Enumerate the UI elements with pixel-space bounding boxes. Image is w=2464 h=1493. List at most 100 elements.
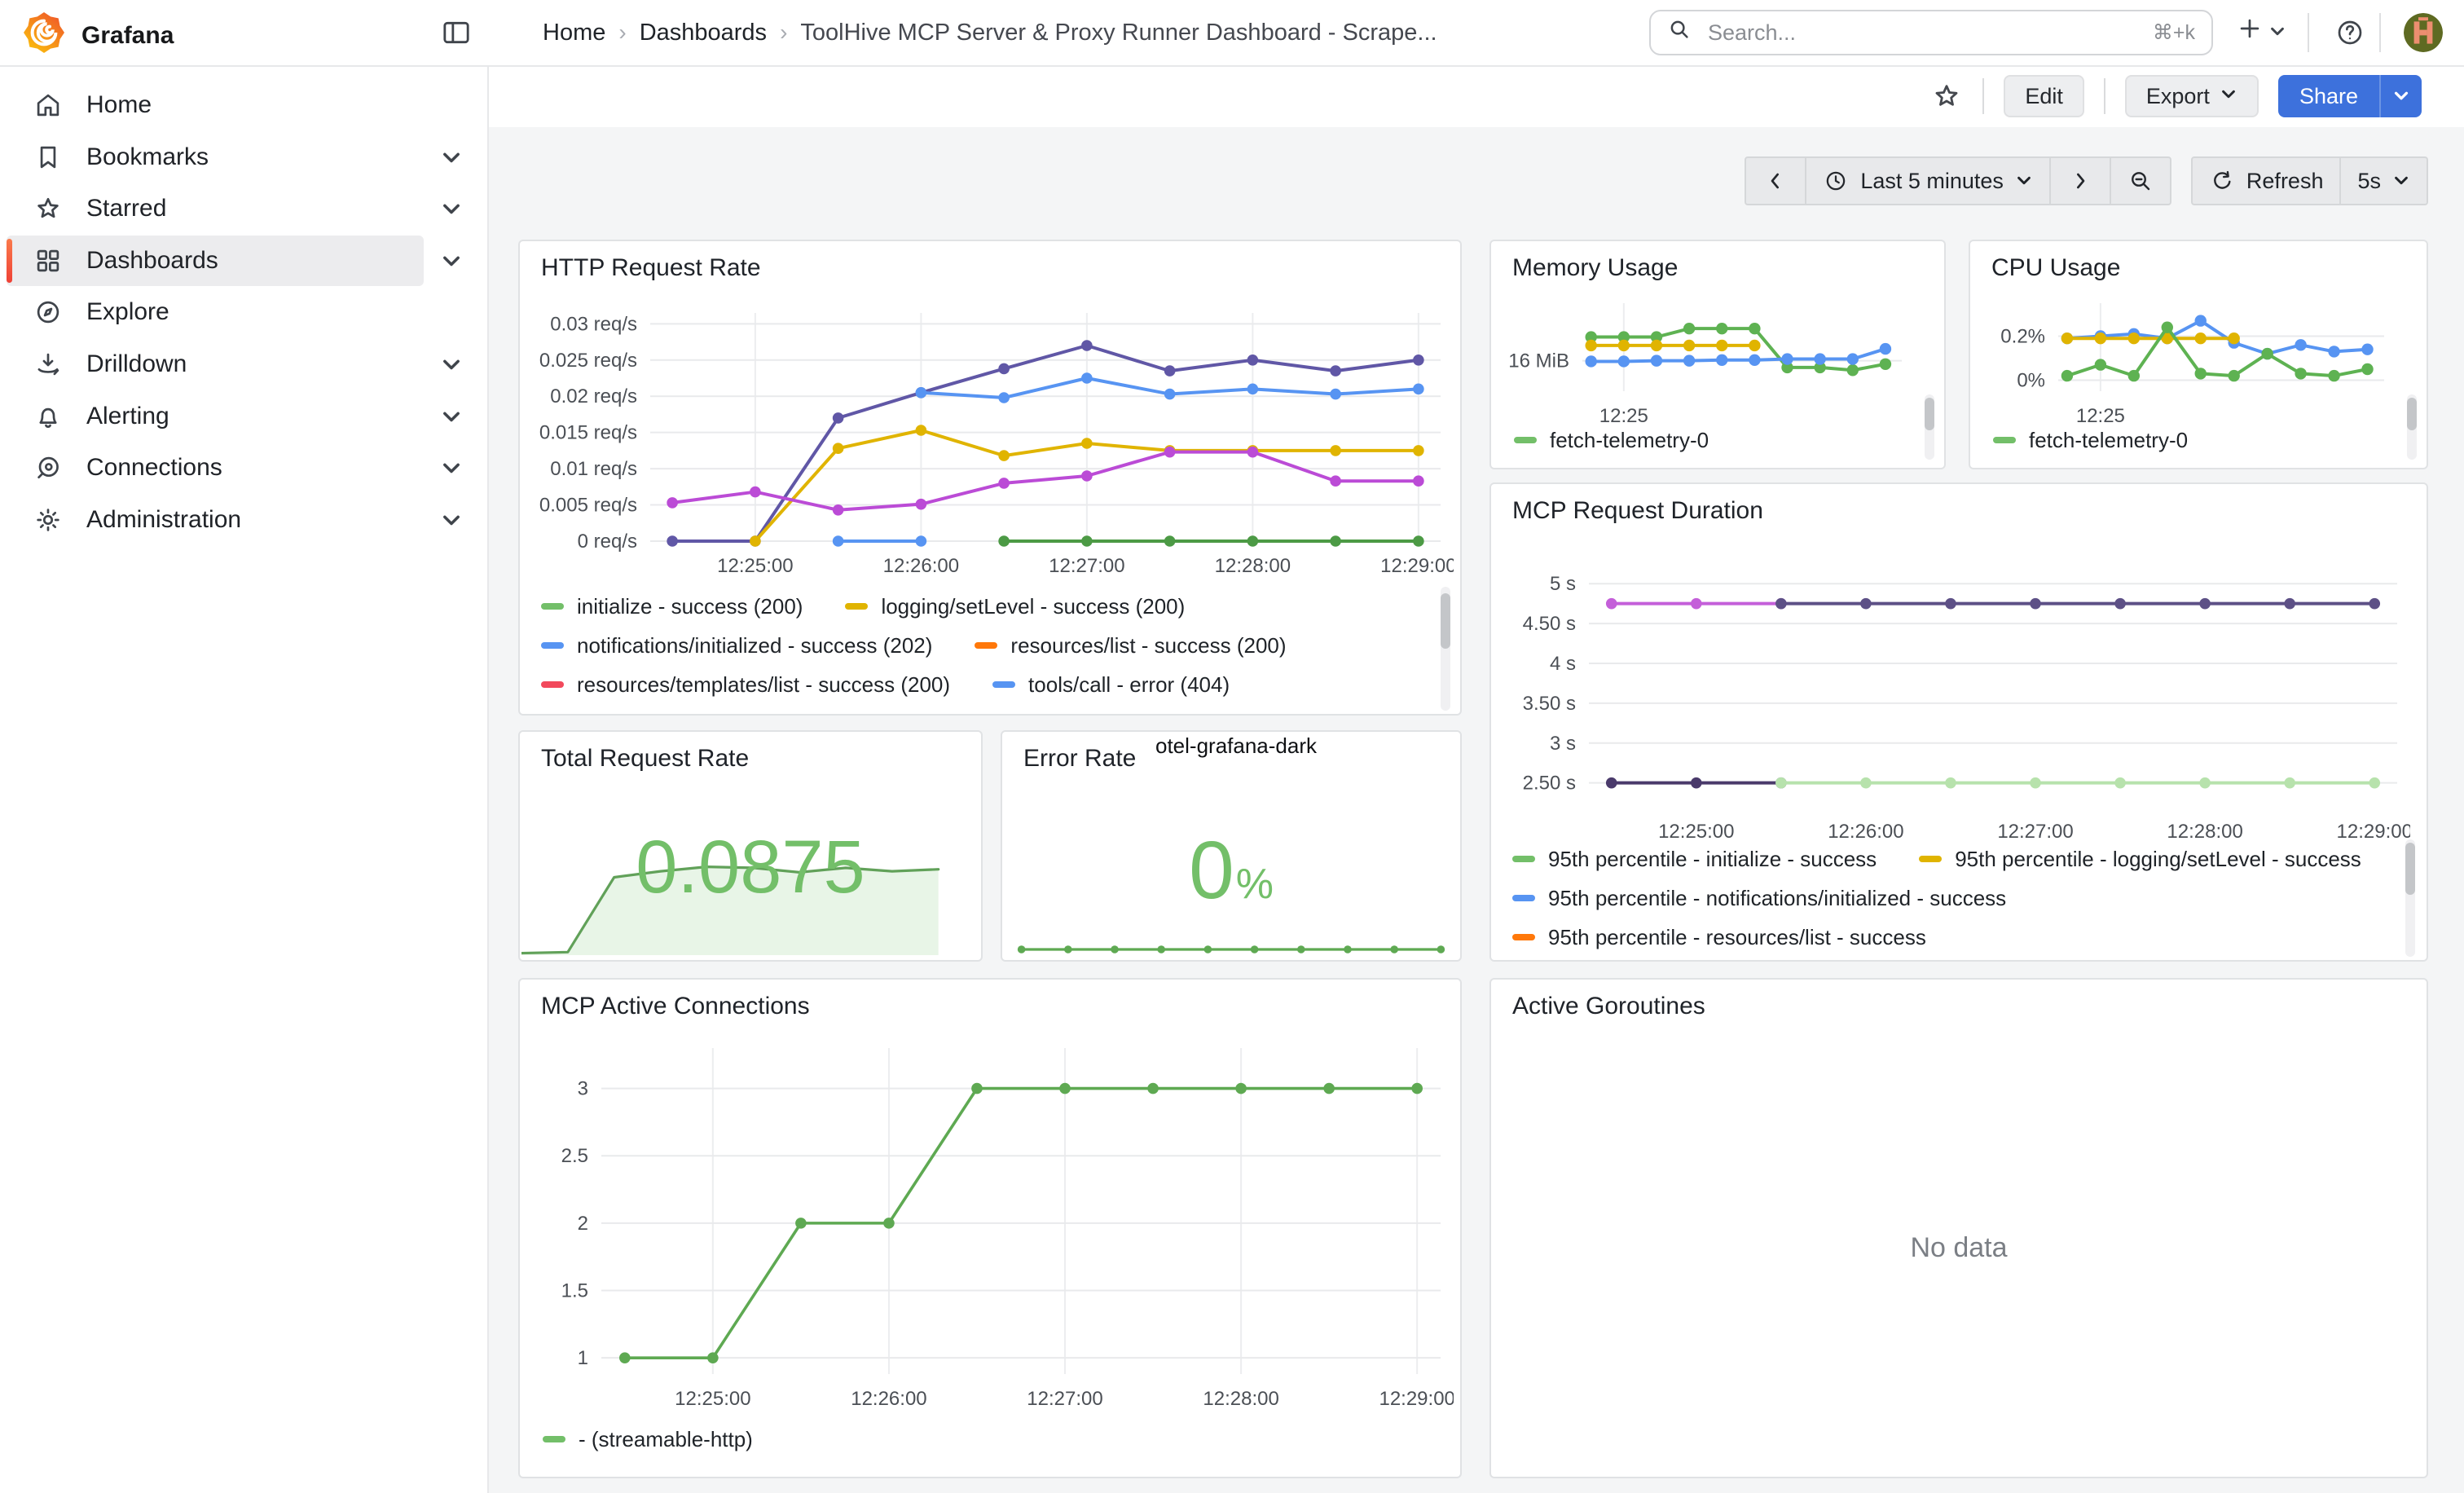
panel-title[interactable]: HTTP Request Rate <box>541 254 761 282</box>
legend-item[interactable]: 95th percentile - notifications/initiali… <box>1512 886 2006 911</box>
sidebar-item-drilldown[interactable]: Drilldown <box>7 339 424 390</box>
sidebar-item-label: Administration <box>86 506 241 534</box>
share-button[interactable]: Share <box>2278 75 2379 117</box>
panel-title[interactable]: MCP Request Duration <box>1512 497 1763 525</box>
panel-title[interactable]: CPU Usage <box>1991 254 2120 282</box>
legend-color-chip <box>1993 437 2016 443</box>
sidebar-item-home[interactable]: Home <box>7 80 424 130</box>
brand-name: Grafana <box>81 22 174 50</box>
sidebar-item-explore[interactable]: Explore <box>7 287 424 337</box>
chevron-down-icon[interactable] <box>440 353 463 376</box>
legend-item[interactable]: tools/call - success (200) <box>541 711 810 715</box>
sidebar-item-dashboards[interactable]: Dashboards <box>7 236 424 286</box>
legend-item[interactable]: tools/list - success (200) <box>852 711 1115 715</box>
refresh-button[interactable]: Refresh <box>2191 156 2342 205</box>
sidebar-item-connections[interactable]: Connections <box>7 443 424 493</box>
legend-item[interactable]: resources/list - success (200) <box>975 633 1286 658</box>
memory-usage-chart[interactable]: 16 MiB12:25 <box>1494 290 1918 427</box>
export-button[interactable]: Export <box>2125 75 2259 117</box>
breadcrumb-item[interactable]: Home <box>543 20 605 46</box>
time-forward-button[interactable] <box>2049 156 2111 205</box>
chevron-down-icon[interactable] <box>440 146 463 169</box>
error-rate-value: 0% <box>1002 830 1460 911</box>
refresh-interval-label: 5s <box>2357 169 2381 194</box>
chevron-down-icon[interactable] <box>440 509 463 531</box>
sidebar-item-bookmarks[interactable]: Bookmarks <box>7 132 424 183</box>
home-icon <box>33 90 64 121</box>
chevron-down-icon[interactable] <box>440 456 463 479</box>
svg-text:0.025 req/s: 0.025 req/s <box>539 350 637 372</box>
brand: Grafana <box>23 11 174 60</box>
legend-label: resources/list - success (200) <box>1010 633 1286 658</box>
svg-text:12:25:00: 12:25:00 <box>717 555 793 577</box>
panel-title[interactable]: Error Rate <box>1023 745 1136 773</box>
legend-scrollbar-thumb[interactable] <box>2405 843 2415 895</box>
zoom-out-button[interactable] <box>2110 156 2171 205</box>
legend-row: notifications/initialized - success (202… <box>541 626 1428 665</box>
refresh-interval-picker[interactable]: 5s <box>2339 156 2428 205</box>
toolbar-divider <box>2104 78 2105 114</box>
legend-item[interactable]: notifications/initialized - success (202… <box>541 633 932 658</box>
sidebar-item-starred[interactable]: Starred <box>7 183 424 234</box>
chevron-down-icon <box>2392 172 2410 190</box>
legend-item[interactable]: fetch-telemetry-0 <box>1514 428 1709 453</box>
legend-label: logging/setLevel - success (200) <box>881 594 1185 619</box>
http-request-rate-chart[interactable]: 0 req/s0.005 req/s0.01 req/s0.015 req/s0… <box>526 300 1454 584</box>
search-field[interactable] <box>1705 19 2140 47</box>
legend-color-chip <box>541 603 564 610</box>
breadcrumb-item[interactable]: Dashboards <box>640 20 767 46</box>
legend-item[interactable]: resources/templates/list - success (200) <box>541 672 950 698</box>
edit-button[interactable]: Edit <box>2004 75 2084 117</box>
grafana-flame-icon <box>23 11 65 60</box>
time-controls: Last 5 minutes Refresh 5s <box>1745 156 2428 205</box>
sidebar-item-alerting[interactable]: Alerting <box>7 391 424 442</box>
chevron-down-icon[interactable] <box>440 249 463 272</box>
breadcrumb-item: ToolHive MCP Server & Proxy Runner Dashb… <box>800 20 1437 46</box>
avatar[interactable] <box>2404 13 2443 52</box>
panel-memory-usage: Memory Usage 16 MiB12:25 fetch-telemetry… <box>1489 240 1946 469</box>
sidebar-item-administration[interactable]: Administration <box>7 495 424 545</box>
http-legend: initialize - success (200) logging/setLev… <box>541 587 1428 714</box>
time-back-button[interactable] <box>1745 156 1806 205</box>
svg-text:5 s: 5 s <box>1550 573 1576 595</box>
legend-item[interactable]: fetch-telemetry-0 <box>1993 428 2188 453</box>
panel-title[interactable]: MCP Active Connections <box>541 993 810 1020</box>
legend-row: resources/templates/list - success (200)… <box>541 665 1428 704</box>
svg-text:0.015 req/s: 0.015 req/s <box>539 422 637 444</box>
breadcrumb-separator: › <box>618 20 626 46</box>
mcp-request-duration-chart[interactable]: 5 s4.50 s4 s3.50 s3 s2.50 s12:25:0012:26… <box>1498 543 2410 849</box>
legend-label: tools/list - success (200) <box>888 711 1115 715</box>
chevron-down-icon[interactable] <box>440 197 463 220</box>
dashboards-grid-icon <box>33 245 64 276</box>
mcp-active-connections-chart[interactable]: 32.521.5112:25:0012:26:0012:27:0012:28:0… <box>526 1035 1454 1416</box>
legend-item[interactable]: initialize - success (200) <box>541 594 803 619</box>
add-button[interactable] <box>2236 15 2286 49</box>
search-input[interactable]: ⌘+k <box>1649 10 2213 55</box>
error-rate-sparkline[interactable] <box>1009 934 1454 955</box>
time-range-picker[interactable]: Last 5 minutes <box>1805 156 2051 205</box>
panel-title[interactable]: Active Goroutines <box>1512 993 1705 1020</box>
legend-item[interactable]: 95th percentile - initialize - success <box>1512 847 1877 872</box>
sidebar: HomeBookmarksStarredDashboardsExploreDri… <box>0 65 489 1493</box>
legend-item[interactable]: 95th percentile - resources/list - succe… <box>1512 925 1926 950</box>
legend-scrollbar-thumb[interactable] <box>2407 398 2417 430</box>
legend-scrollbar-thumb[interactable] <box>1925 398 1934 430</box>
legend-item[interactable]: - (streamable-http) <box>543 1427 753 1452</box>
legend-scrollbar-thumb[interactable] <box>1441 593 1450 649</box>
chevron-down-icon[interactable] <box>440 405 463 428</box>
panel-title[interactable]: Total Request Rate <box>541 745 749 773</box>
legend-item[interactable]: unknown - success (200) <box>1158 711 1428 715</box>
sidebar-toggle-icon[interactable] <box>440 16 473 49</box>
legend-label: 95th percentile - initialize - success <box>1548 847 1877 872</box>
legend-label: fetch-telemetry-0 <box>1550 428 1709 453</box>
share-menu-button[interactable] <box>2379 75 2422 117</box>
legend-item[interactable]: 95th percentile - logging/setLevel - suc… <box>1919 847 2361 872</box>
toolbar-divider <box>1982 78 1984 114</box>
legend-item[interactable]: logging/setLevel - success (200) <box>845 594 1185 619</box>
svg-text:12:29:00: 12:29:00 <box>1379 1388 1454 1410</box>
legend-item[interactable]: tools/call - error (404) <box>992 672 1230 698</box>
cpu-usage-chart[interactable]: 0.2%0%12:25 <box>1973 290 2400 427</box>
panel-title[interactable]: Memory Usage <box>1512 254 1678 282</box>
star-dashboard-icon[interactable] <box>1930 80 1963 112</box>
help-icon[interactable] <box>2334 16 2366 49</box>
